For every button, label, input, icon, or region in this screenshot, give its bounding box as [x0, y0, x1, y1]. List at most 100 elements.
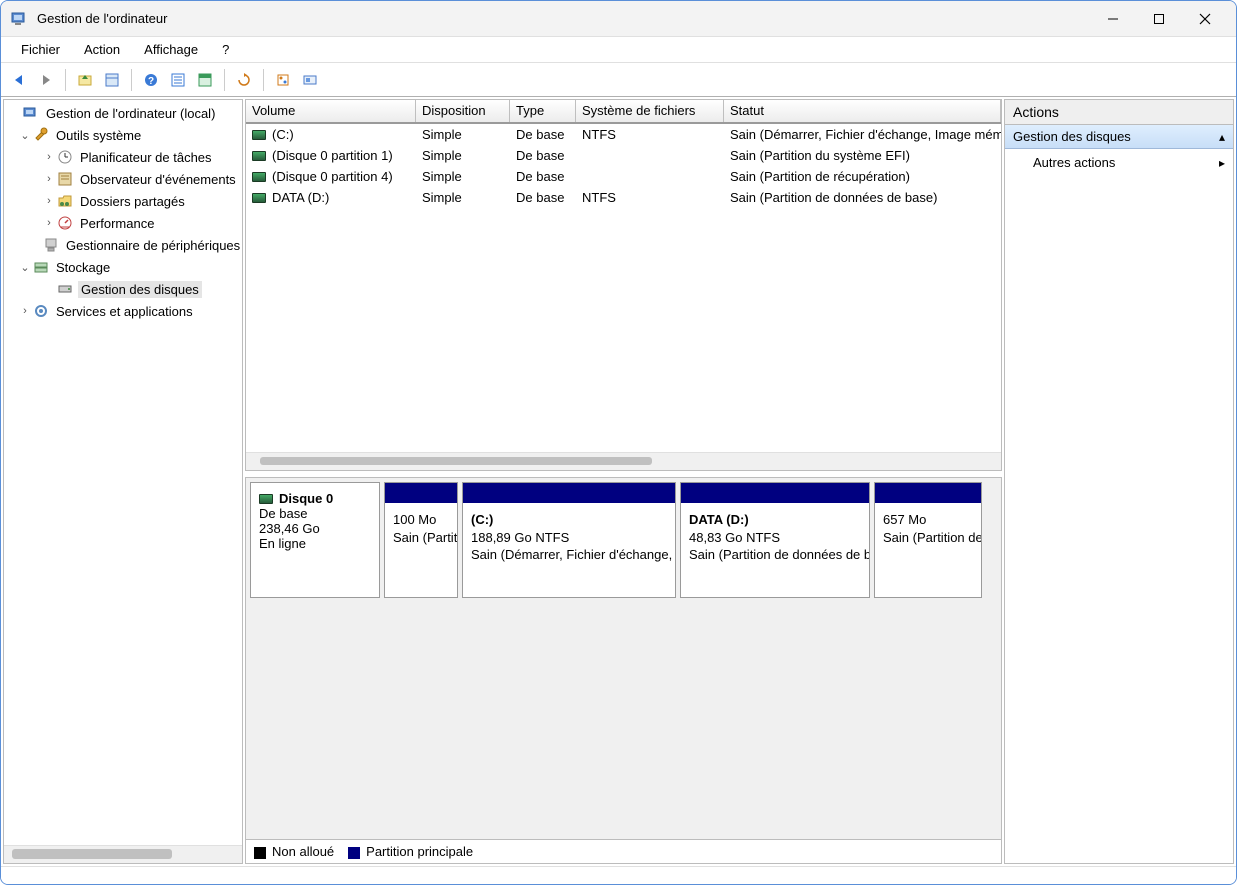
collapse-icon: [1219, 129, 1225, 144]
volume-disposition: Simple: [416, 169, 510, 184]
disk-header-box[interactable]: Disque 0 De base 238,46 Go En ligne: [250, 482, 380, 598]
tree-label: Stockage: [54, 260, 112, 275]
expander-icon[interactable]: ›: [42, 195, 56, 207]
view-top-button[interactable]: [193, 68, 217, 92]
back-button[interactable]: [7, 68, 31, 92]
properties-button[interactable]: [100, 68, 124, 92]
tree-horizontal-scrollbar[interactable]: [4, 845, 242, 863]
computer-management-window: Gestion de l'ordinateur Fichier Action A…: [0, 0, 1237, 885]
svg-text:?: ?: [148, 76, 154, 87]
volume-type: De base: [510, 190, 576, 205]
disk-name: Disque 0: [279, 491, 333, 506]
separator: [224, 69, 225, 91]
menu-affichage[interactable]: Affichage: [132, 39, 210, 60]
column-header-type[interactable]: Type: [510, 100, 576, 122]
menu-aide[interactable]: ?: [210, 39, 241, 60]
volume-type: De base: [510, 148, 576, 163]
maximize-button[interactable]: [1136, 1, 1182, 37]
actions-section-disks[interactable]: Gestion des disques: [1005, 125, 1233, 149]
legend-unallocated: Non alloué: [254, 844, 334, 859]
volume-filesystem: NTFS: [576, 190, 724, 205]
tree-planificateur[interactable]: › Planificateur de tâches: [4, 146, 242, 168]
titlebar: Gestion de l'ordinateur: [1, 1, 1236, 37]
help-button[interactable]: ?: [139, 68, 163, 92]
minimize-button[interactable]: [1090, 1, 1136, 37]
expander-icon[interactable]: ›: [42, 173, 56, 185]
legend-bar: Non alloué Partition principale: [246, 839, 1001, 863]
menu-action[interactable]: Action: [72, 39, 132, 60]
close-button[interactable]: [1182, 1, 1228, 37]
app-icon: [11, 10, 29, 28]
partition-size: 188,89 Go NTFS: [471, 529, 667, 547]
status-bar-area: [1, 866, 1236, 884]
volume-name: (Disque 0 partition 1): [272, 148, 393, 163]
volume-status: Sain (Partition de récupération): [724, 169, 1001, 184]
tree-pane: Gestion de l'ordinateur (local) ⌄ Outils…: [3, 99, 243, 864]
view-list-button[interactable]: [166, 68, 190, 92]
tree-performance[interactable]: › Performance: [4, 212, 242, 234]
tree-stockage[interactable]: ⌄ Stockage: [4, 256, 242, 278]
expander-icon[interactable]: ›: [42, 217, 56, 229]
tree-services[interactable]: › Services et applications: [4, 300, 242, 322]
tree-label: Performance: [78, 216, 156, 231]
expander-icon[interactable]: ⌄: [18, 261, 32, 274]
volume-icon: [252, 193, 266, 203]
column-header-status[interactable]: Statut: [724, 100, 1001, 122]
swatch-unallocated: [254, 847, 266, 859]
volume-rows: (C:)SimpleDe baseNTFSSain (Démarrer, Fic…: [246, 124, 1001, 452]
tree-gest-periph[interactable]: Gestionnaire de périphériques: [4, 234, 242, 256]
separator: [131, 69, 132, 91]
partition-stripe: [385, 483, 457, 503]
event-viewer-icon: [56, 170, 74, 188]
partition-stripe: [875, 483, 981, 503]
volume-status: Sain (Démarrer, Fichier d'échange, Image…: [724, 127, 1001, 142]
tree-gestion-disques[interactable]: Gestion des disques: [4, 278, 242, 300]
disk-status: En ligne: [259, 536, 371, 551]
main-area: Gestion de l'ordinateur (local) ⌄ Outils…: [1, 97, 1236, 866]
forward-button[interactable]: [34, 68, 58, 92]
list-horizontal-scrollbar[interactable]: [246, 452, 1001, 470]
volume-disposition: Simple: [416, 127, 510, 142]
scrollbar-thumb[interactable]: [260, 457, 652, 465]
tree-outils-systeme[interactable]: ⌄ Outils système: [4, 124, 242, 146]
separator: [263, 69, 264, 91]
actions-item-other[interactable]: Autres actions: [1005, 149, 1233, 176]
partition-box[interactable]: 100 MoSain (Partition du système EFI): [384, 482, 458, 598]
expander-icon[interactable]: ›: [42, 151, 56, 163]
volume-row[interactable]: (Disque 0 partition 1)SimpleDe baseSain …: [246, 145, 1001, 166]
tree-label: Planificateur de tâches: [78, 150, 214, 165]
settings-button[interactable]: [271, 68, 295, 92]
menu-fichier[interactable]: Fichier: [9, 39, 72, 60]
options-button[interactable]: [298, 68, 322, 92]
menubar: Fichier Action Affichage ?: [1, 37, 1236, 63]
volume-row[interactable]: (Disque 0 partition 4)SimpleDe baseSain …: [246, 166, 1001, 187]
tree-dossiers[interactable]: › Dossiers partagés: [4, 190, 242, 212]
graphical-empty-area: [246, 602, 1001, 839]
tree-label: Gestion des disques: [78, 281, 202, 298]
tree-observateur[interactable]: › Observateur d'événements: [4, 168, 242, 190]
expander-icon[interactable]: ›: [18, 305, 32, 317]
refresh-button[interactable]: [232, 68, 256, 92]
volume-icon: [252, 151, 266, 161]
volume-row[interactable]: DATA (D:)SimpleDe baseNTFSSain (Partitio…: [246, 187, 1001, 208]
column-header-volume[interactable]: Volume: [246, 100, 416, 122]
up-button[interactable]: [73, 68, 97, 92]
tree-root[interactable]: Gestion de l'ordinateur (local): [4, 102, 242, 124]
expander-icon[interactable]: ⌄: [18, 129, 32, 142]
partition-box[interactable]: DATA (D:)48,83 Go NTFSSain (Partition de…: [680, 482, 870, 598]
actions-header: Actions: [1005, 100, 1233, 125]
performance-icon: [56, 214, 74, 232]
volume-status: Sain (Partition du système EFI): [724, 148, 1001, 163]
tree-label: Gestionnaire de périphériques: [64, 238, 242, 253]
partition-size: 100 Mo: [393, 511, 449, 529]
partition-box[interactable]: (C:)188,89 Go NTFSSain (Démarrer, Fichie…: [462, 482, 676, 598]
scrollbar-thumb[interactable]: [12, 849, 172, 859]
tools-icon: [32, 126, 50, 144]
device-manager-icon: [42, 236, 60, 254]
column-header-filesystem[interactable]: Système de fichiers: [576, 100, 724, 122]
partition-label: (C:): [471, 511, 667, 529]
volume-name: DATA (D:): [272, 190, 329, 205]
column-header-disposition[interactable]: Disposition: [416, 100, 510, 122]
partition-box[interactable]: 657 MoSain (Partition de récupération): [874, 482, 982, 598]
volume-row[interactable]: (C:)SimpleDe baseNTFSSain (Démarrer, Fic…: [246, 124, 1001, 145]
